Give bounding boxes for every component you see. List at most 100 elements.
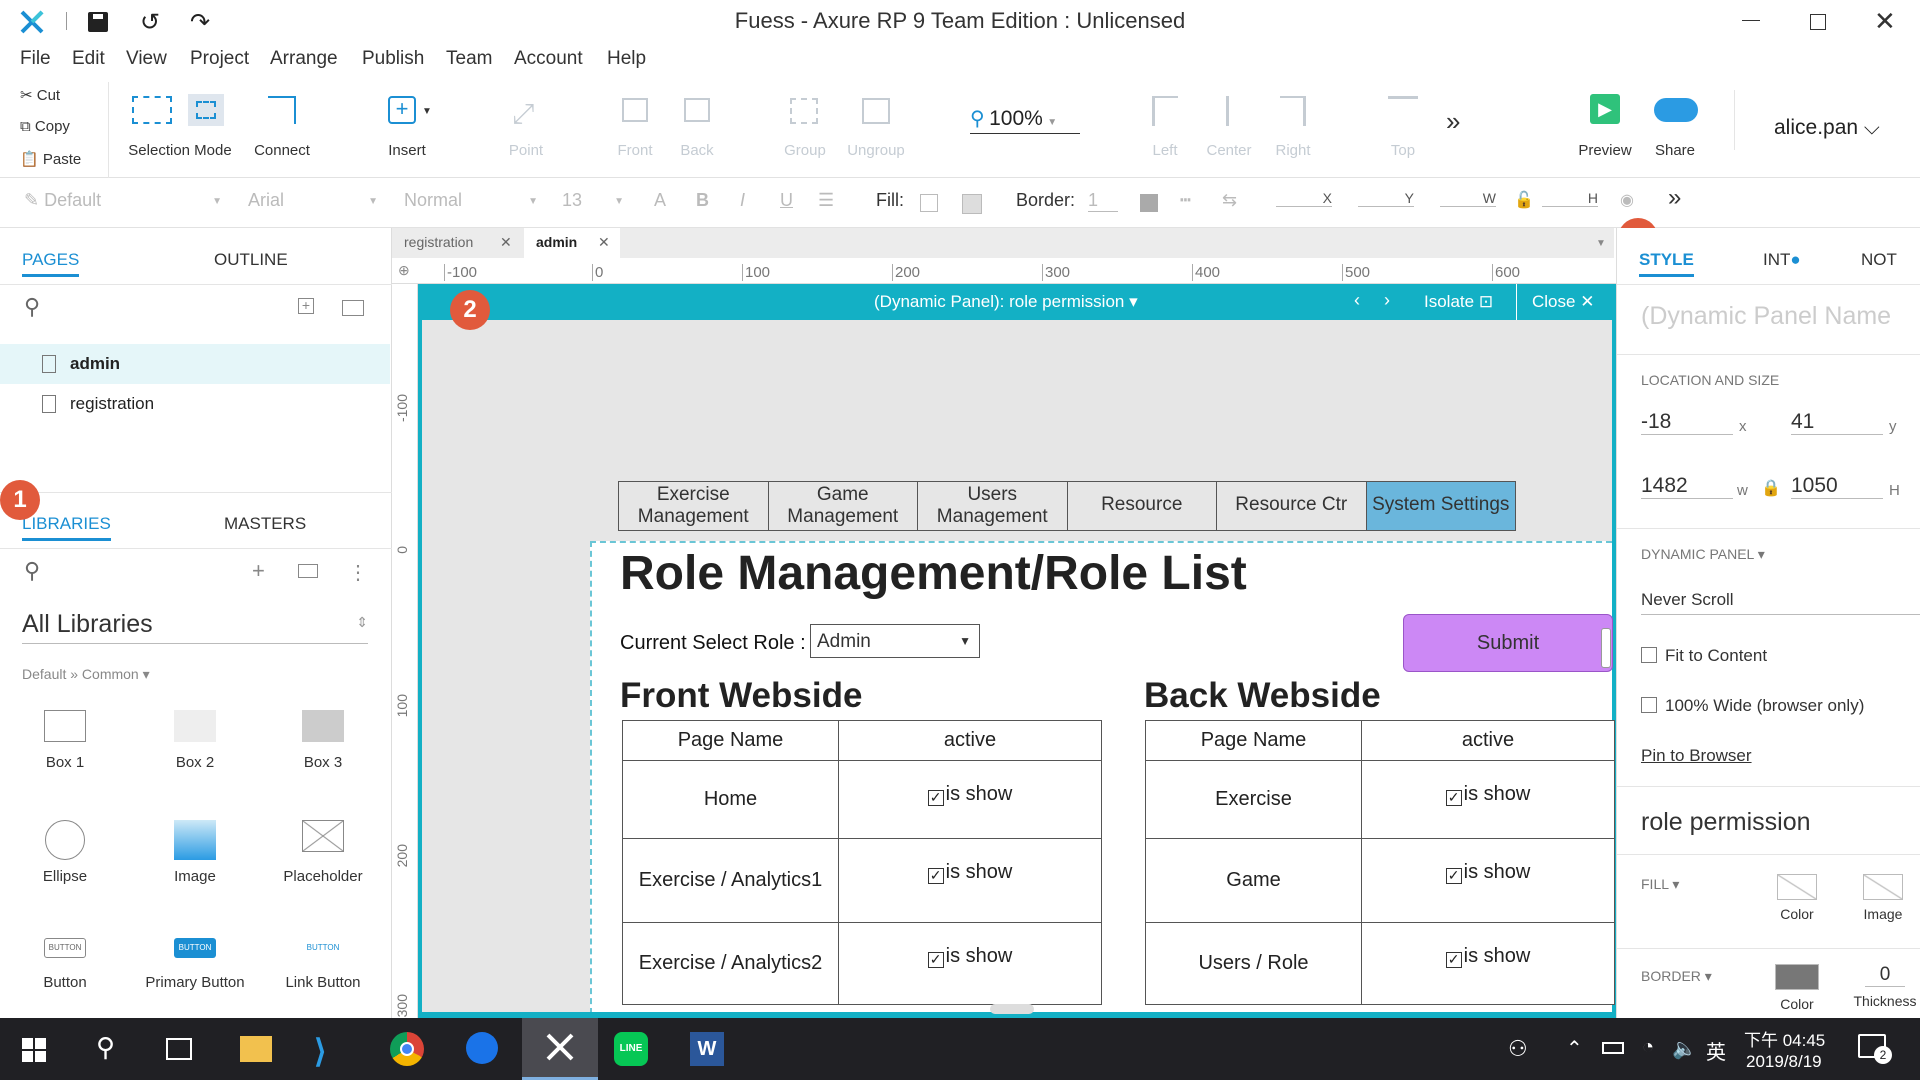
border-width-input[interactable]: 1 <box>1088 190 1118 212</box>
text-color-icon[interactable]: A <box>654 190 666 211</box>
widget-box2[interactable]: Box 2 <box>130 710 260 771</box>
tab-registration[interactable]: registration ✕ <box>392 228 522 258</box>
tab-interactions[interactable]: INT● <box>1763 250 1801 270</box>
people-icon[interactable]: ⚇ <box>1508 1036 1528 1062</box>
search-icon[interactable]: ⚲ <box>24 558 40 584</box>
windows-start-icon[interactable] <box>22 1038 46 1062</box>
chrome-icon[interactable] <box>390 1032 424 1066</box>
tab-style[interactable]: STYLE <box>1639 250 1694 277</box>
menu-project[interactable]: Project <box>190 48 249 70</box>
user-menu[interactable]: alice.pan ⌵ <box>1774 116 1880 140</box>
clock-date[interactable]: 2019/8/19 <box>1746 1052 1822 1072</box>
isolate-button[interactable]: Isolate ⊡ <box>1424 292 1493 312</box>
tab-masters[interactable]: MASTERS <box>224 514 306 534</box>
menu-help[interactable]: Help <box>607 48 646 70</box>
bullet-list-icon[interactable]: ☰ <box>818 190 834 211</box>
close-icon[interactable]: ✕ <box>500 234 512 251</box>
library-stack-icon[interactable] <box>298 564 318 578</box>
checkbox-checked-icon[interactable]: ✓ <box>1445 790 1462 806</box>
nav-resource[interactable]: Resource <box>1067 482 1217 530</box>
border-title[interactable]: BORDER ▾ <box>1641 968 1712 985</box>
font-select[interactable]: Arial ▼ <box>248 190 378 211</box>
w-input[interactable]: W <box>1440 190 1496 207</box>
minimize-icon[interactable] <box>1742 20 1760 21</box>
clock-time[interactable]: 下午 04:45 <box>1744 1026 1825 1051</box>
page-item-admin[interactable]: admin <box>0 344 390 384</box>
fill-title[interactable]: FILL ▾ <box>1641 876 1679 893</box>
paste-button[interactable]: 📋 Paste <box>20 150 81 168</box>
restore-icon[interactable] <box>1810 14 1826 30</box>
checkbox-checked-icon[interactable]: ✓ <box>1445 952 1462 968</box>
fill-shadow-swatch[interactable] <box>962 194 982 214</box>
nav-users-management[interactable]: Users Management <box>918 482 1068 530</box>
checkbox-checked-icon[interactable]: ✓ <box>927 868 944 884</box>
tab-outline[interactable]: OUTLINE <box>214 250 288 270</box>
arrow-style-icon[interactable]: ⇆ <box>1222 190 1237 211</box>
tabs-dropdown-icon[interactable]: ▼ <box>1596 238 1606 249</box>
dynamic-panel-title[interactable]: DYNAMIC PANEL ▾ <box>1641 546 1765 563</box>
widget-placeholder[interactable]: Placeholder <box>258 820 388 885</box>
h-field[interactable]: 1050 <box>1791 474 1883 499</box>
submit-button[interactable]: Submit <box>1403 614 1613 672</box>
x-input[interactable]: X <box>1276 190 1332 207</box>
copy-button[interactable]: ⧉ Copy <box>20 118 70 135</box>
widget-image[interactable]: Image <box>130 820 260 885</box>
widget-link-button[interactable]: BUTTON Link Button <box>258 938 388 991</box>
cut-button[interactable]: ✂ Cut <box>20 86 60 104</box>
more-format-icon[interactable]: » <box>1668 184 1681 212</box>
zoom-control[interactable]: ⚲ 100% ▼ <box>970 106 1080 134</box>
fill-image-button[interactable]: Image <box>1853 874 1913 922</box>
add-page-icon[interactable]: + <box>298 298 314 314</box>
scroll-handle[interactable] <box>1601 628 1611 668</box>
lock-icon[interactable]: 🔓 <box>1514 190 1534 210</box>
checkbox-checked-icon[interactable]: ✓ <box>1445 868 1462 884</box>
close-window-icon[interactable]: ✕ <box>1874 6 1896 37</box>
menu-arrange[interactable]: Arrange <box>270 48 338 70</box>
panel-state-select[interactable]: (Dynamic Panel): role permission ▾ <box>874 292 1138 312</box>
nav-exercise-management[interactable]: Exercise Management <box>619 482 769 530</box>
word-icon[interactable]: W <box>690 1032 724 1066</box>
scroll-select[interactable]: Never Scroll <box>1641 590 1920 615</box>
menu-team[interactable]: Team <box>446 48 492 70</box>
menu-account[interactable]: Account <box>514 48 583 70</box>
resize-handle[interactable] <box>990 1004 1034 1014</box>
save-icon[interactable] <box>88 12 108 32</box>
close-icon[interactable]: ✕ <box>598 234 610 251</box>
prev-state-icon[interactable]: ‹ <box>1354 290 1360 311</box>
tab-pages[interactable]: PAGES <box>22 250 80 277</box>
w-field[interactable]: 1482 <box>1641 474 1733 499</box>
border-color-button[interactable]: Color <box>1767 964 1827 1012</box>
style-select[interactable]: ✎ Default ▼ <box>24 190 222 211</box>
border-color-swatch[interactable] <box>1140 194 1158 212</box>
italic-icon[interactable]: I <box>740 190 745 211</box>
volume-icon[interactable]: 🔈 <box>1672 1036 1697 1061</box>
full-width-checkbox[interactable]: 100% Wide (browser only) <box>1641 696 1864 716</box>
file-explorer-icon[interactable] <box>240 1036 272 1062</box>
checkbox-checked-icon[interactable]: ✓ <box>927 790 944 806</box>
menu-publish[interactable]: Publish <box>362 48 424 70</box>
nav-system-settings[interactable]: System Settings <box>1366 482 1515 530</box>
page-item-registration[interactable]: registration <box>0 384 390 424</box>
fit-content-checkbox[interactable]: Fit to Content <box>1641 646 1767 666</box>
add-library-icon[interactable]: + <box>252 558 265 584</box>
bold-icon[interactable]: B <box>696 190 709 211</box>
undo-icon[interactable]: ↺ <box>140 8 160 37</box>
weight-select[interactable]: Normal ▼ <box>404 190 538 211</box>
axure-taskbar-icon[interactable] <box>522 1018 598 1080</box>
tab-admin[interactable]: admin ✕ <box>524 228 620 258</box>
role-select[interactable]: Admin ▼ <box>810 624 980 658</box>
menu-edit[interactable]: Edit <box>72 48 105 70</box>
next-state-icon[interactable]: › <box>1384 290 1390 311</box>
x-field[interactable]: -18 <box>1641 410 1733 435</box>
wifi-icon[interactable]: ◔ <box>1642 1036 1654 1059</box>
fill-color-button[interactable]: Color <box>1767 874 1827 922</box>
lock-icon[interactable]: 🔒 <box>1761 478 1781 498</box>
library-select[interactable]: All Libraries ⇕ <box>22 610 368 644</box>
search-icon[interactable]: ⚲ <box>96 1032 115 1063</box>
y-input[interactable]: Y <box>1358 190 1414 207</box>
checkbox-checked-icon[interactable]: ✓ <box>927 952 944 968</box>
menu-view[interactable]: View <box>126 48 167 70</box>
search-icon[interactable]: ⚲ <box>24 294 40 320</box>
close-panel-button[interactable]: Close ✕ <box>1532 292 1594 312</box>
widget-box1[interactable]: Box 1 <box>0 710 130 771</box>
